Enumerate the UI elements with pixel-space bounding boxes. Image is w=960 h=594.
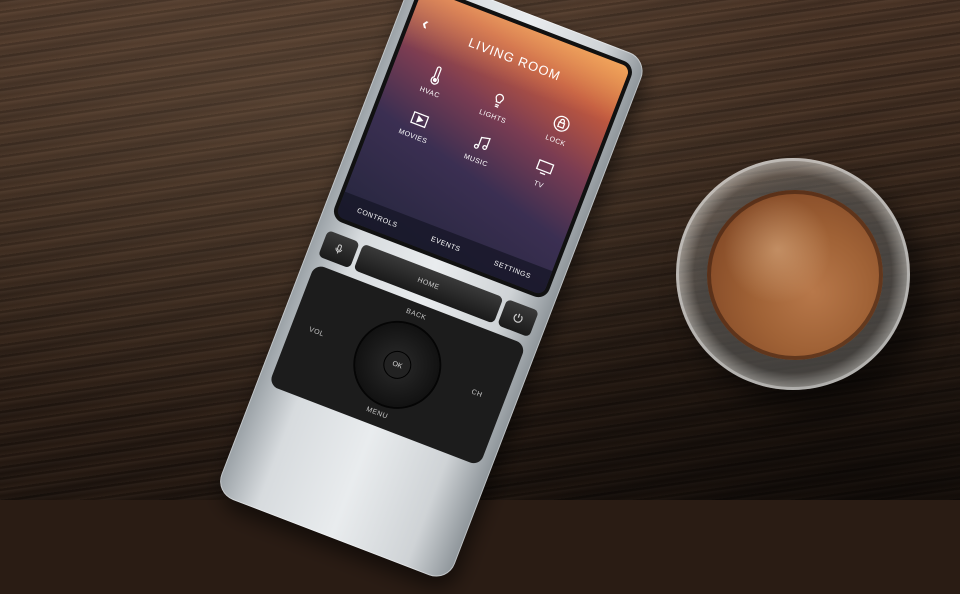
lightbulb-icon bbox=[494, 93, 505, 108]
ok-button[interactable]: OK bbox=[380, 348, 415, 382]
coffee bbox=[707, 190, 883, 360]
tile-label: TV bbox=[532, 179, 545, 191]
scroll-wheel[interactable]: OK bbox=[343, 310, 452, 420]
power-icon bbox=[513, 313, 523, 323]
tile-music[interactable]: MUSIC bbox=[443, 121, 518, 176]
tv-icon bbox=[536, 159, 555, 176]
tile-tv[interactable]: TV bbox=[506, 145, 581, 200]
tab-controls[interactable]: CONTROLS bbox=[356, 207, 399, 229]
ch-button[interactable]: CH bbox=[470, 389, 483, 400]
thermometer-icon bbox=[430, 66, 442, 85]
back-button[interactable]: BACK bbox=[405, 308, 427, 322]
movie-icon bbox=[409, 110, 430, 129]
tab-settings[interactable]: SETTINGS bbox=[493, 260, 532, 281]
microphone-icon bbox=[335, 244, 343, 254]
tab-events[interactable]: EVENTS bbox=[430, 235, 461, 253]
music-note-icon bbox=[473, 136, 491, 150]
lock-icon bbox=[553, 115, 570, 132]
vol-button[interactable]: VOL bbox=[308, 326, 325, 338]
tile-movies[interactable]: MOVIES bbox=[380, 97, 455, 152]
menu-button[interactable]: MENU bbox=[365, 406, 389, 421]
